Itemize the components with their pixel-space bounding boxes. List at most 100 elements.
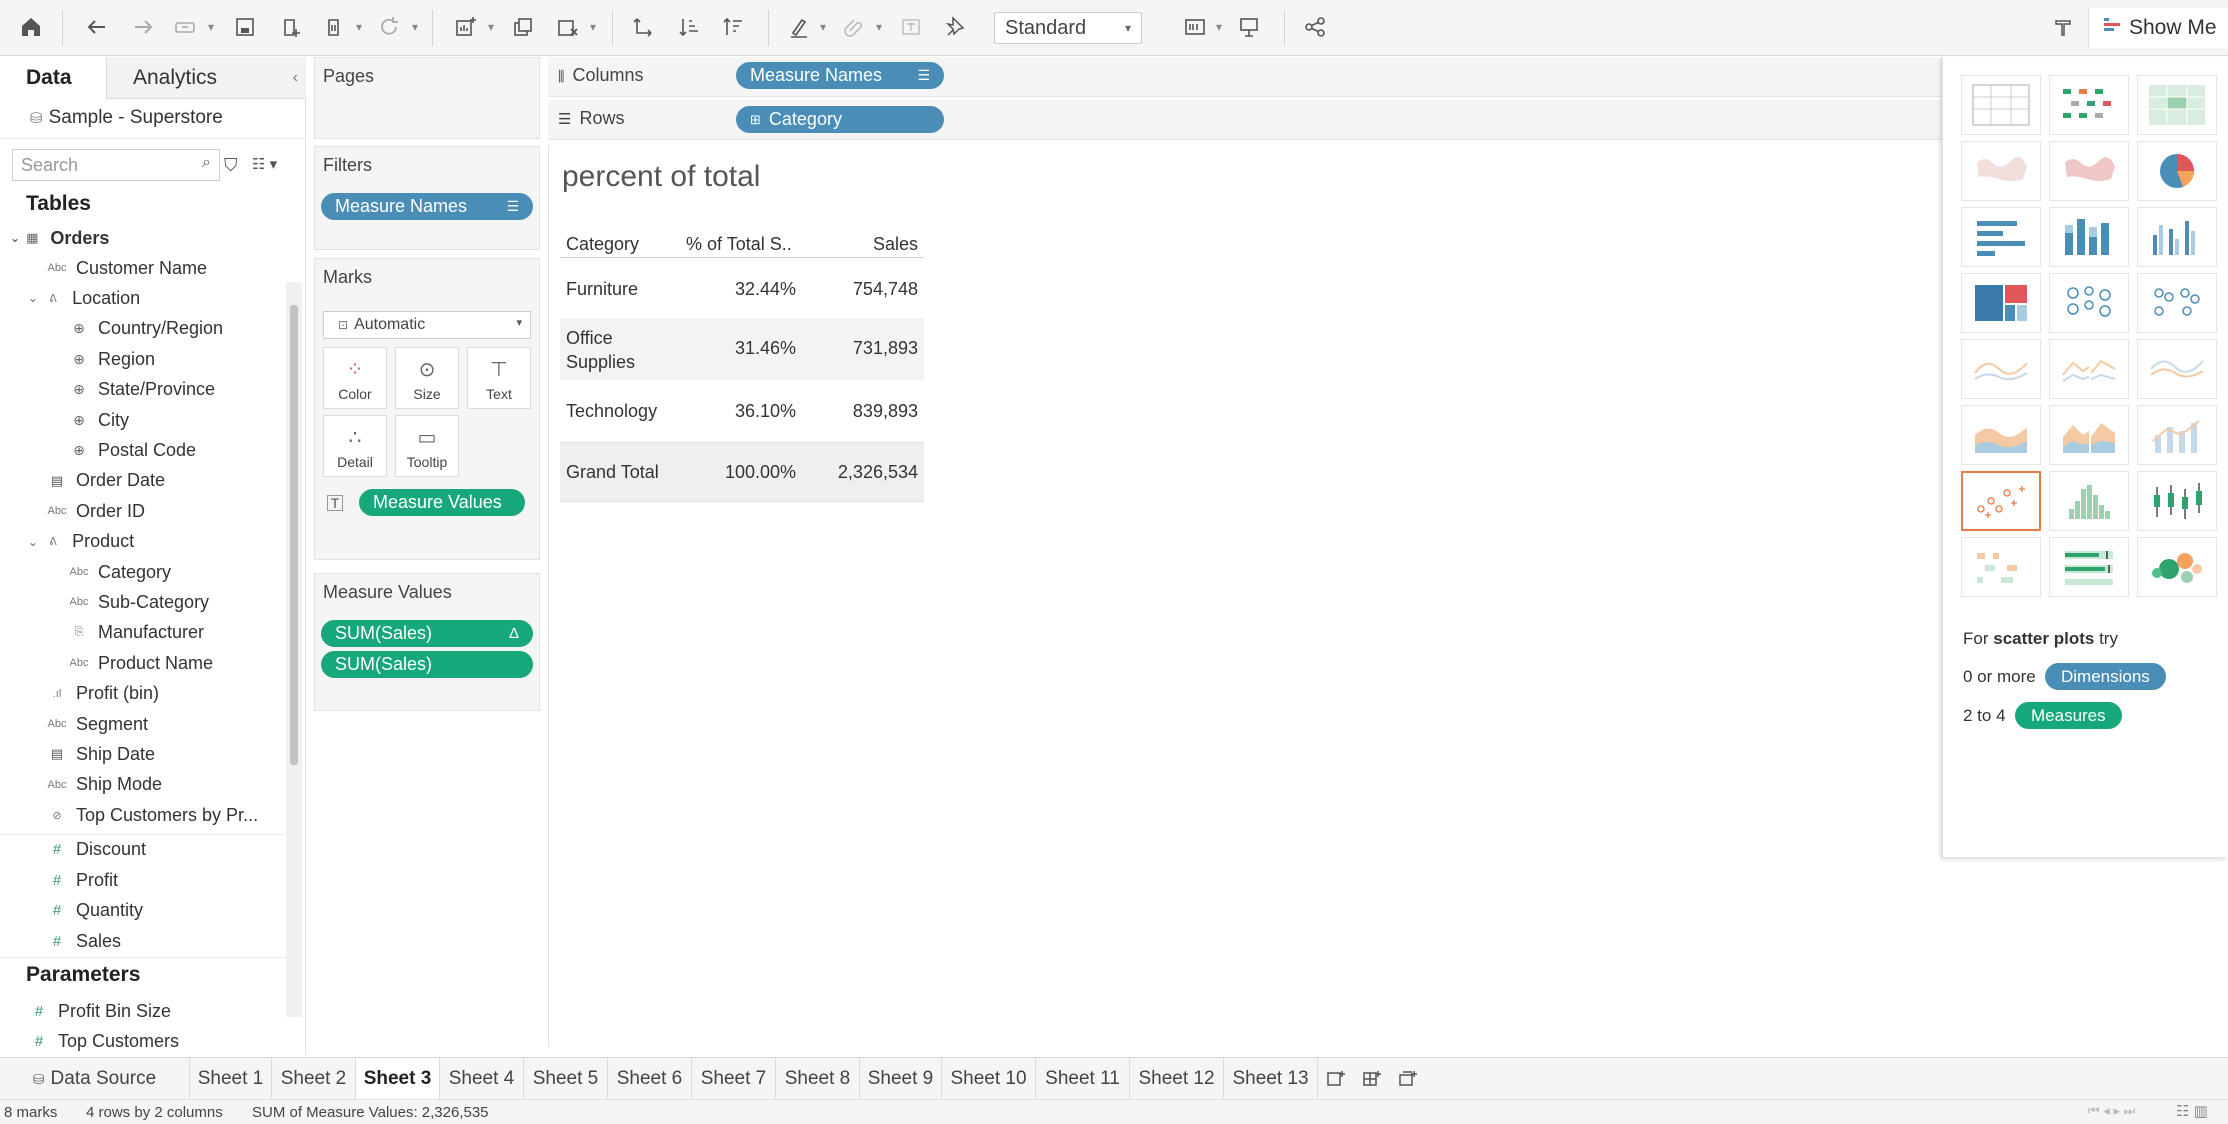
home-icon[interactable] — [14, 10, 48, 44]
show-me-button[interactable]: Show Me — [2088, 8, 2228, 48]
sort-descending-icon[interactable] — [716, 10, 750, 44]
search-input[interactable]: Search ⌕ — [12, 149, 220, 181]
treemap-chart-icon[interactable] — [1961, 273, 2041, 333]
measure-pill[interactable]: SUM(Sales) Δ — [321, 620, 533, 647]
bullet-graph-chart-icon[interactable] — [2049, 537, 2129, 597]
share-icon[interactable] — [1298, 10, 1332, 44]
tab-sheet-5[interactable]: Sheet 5 — [524, 1058, 608, 1100]
area-continuous-chart-icon[interactable] — [1961, 405, 2041, 465]
text-table-chart-icon[interactable] — [1961, 75, 2041, 135]
rows-pill[interactable]: ⊞ Category — [736, 106, 944, 133]
gantt-chart-icon[interactable] — [1961, 537, 2041, 597]
pages-card[interactable]: Pages — [314, 57, 540, 139]
field-item[interactable]: ⎘ Manufacturer — [68, 619, 204, 647]
duplicate-icon[interactable] — [506, 10, 540, 44]
table-row[interactable]: Technology 36.10% 839,893 — [560, 380, 924, 442]
horizontal-bars-chart-icon[interactable] — [1961, 207, 2041, 267]
filter-pill[interactable]: Measure Names ☰ — [321, 193, 533, 220]
view-options-icon[interactable]: ☷ ▾ — [252, 155, 277, 173]
scrollbar-thumb[interactable] — [290, 305, 298, 765]
refresh-icon[interactable] — [372, 10, 406, 44]
histogram-chart-icon[interactable] — [2049, 471, 2129, 531]
marks-pill[interactable]: Measure Values — [359, 489, 525, 516]
filled-map-chart-icon[interactable] — [2049, 141, 2129, 201]
tab-data[interactable]: Data — [0, 57, 106, 99]
parameter-item[interactable]: # Profit Bin Size — [28, 997, 171, 1025]
tab-sheet-2[interactable]: Sheet 2 — [272, 1058, 356, 1100]
group-icon[interactable] — [836, 10, 870, 44]
box-plot-chart-icon[interactable] — [2137, 471, 2217, 531]
new-datasource-icon[interactable] — [274, 10, 308, 44]
field-item[interactable]: # Sales — [46, 927, 121, 955]
field-item[interactable]: ⊕ State/Province — [68, 376, 215, 404]
pin-icon[interactable] — [938, 10, 972, 44]
sort-ascending-icon[interactable] — [672, 10, 706, 44]
tooltip-button[interactable]: ▭ Tooltip — [395, 415, 459, 477]
header-sales[interactable]: Sales — [873, 234, 918, 255]
tab-sheet-7[interactable]: Sheet 7 — [692, 1058, 776, 1100]
field-item[interactable]: Abc Customer Name — [46, 254, 208, 282]
table-orders[interactable]: ⌄ ▦ Orders — [10, 224, 109, 252]
field-item[interactable]: Abc Order ID — [46, 497, 146, 525]
field-item[interactable]: ⊕ Region — [68, 345, 155, 373]
field-item[interactable]: .ıl Profit (bin) — [46, 680, 159, 708]
header-category[interactable]: Category — [566, 234, 639, 255]
mark-type-dropdown[interactable]: ⊡ Automatic ▾ — [323, 311, 531, 339]
tab-data-source[interactable]: ⛁ Data Source — [0, 1058, 190, 1100]
new-worksheet-icon[interactable] — [448, 10, 482, 44]
tab-sheet-4[interactable]: Sheet 4 — [440, 1058, 524, 1100]
field-item[interactable]: ▤ Ship Date — [46, 740, 155, 768]
pie-chart-icon[interactable] — [2137, 141, 2217, 201]
field-item[interactable]: ⊘ Top Customers by Pr... — [46, 801, 258, 829]
size-button[interactable]: ⊙ Size — [395, 347, 459, 409]
dual-lines-chart-icon[interactable] — [2137, 339, 2217, 399]
color-button[interactable]: ⁘ Color — [323, 347, 387, 409]
sheet-sorter-icon[interactable]: ☷ ▥ — [2176, 1102, 2208, 1120]
dual-combination-chart-icon[interactable] — [2137, 405, 2217, 465]
show-cards-icon[interactable] — [1178, 10, 1212, 44]
packed-bubbles-chart-icon[interactable] — [2137, 537, 2217, 597]
side-by-side-circles-chart-icon[interactable] — [2137, 273, 2217, 333]
field-item[interactable]: ⊕ City — [68, 406, 129, 434]
field-item[interactable]: Abc Segment — [46, 710, 149, 738]
measure-pill[interactable]: SUM(Sales) — [321, 651, 533, 678]
header-pct[interactable]: % of Total S.. — [686, 234, 792, 255]
tab-sheet-3[interactable]: Sheet 3 — [356, 1058, 440, 1100]
field-item[interactable]: Abc Product Name — [68, 649, 214, 677]
tab-sheet-9[interactable]: Sheet 9 — [860, 1058, 942, 1100]
field-item[interactable]: ⊕ Postal Code — [68, 436, 196, 464]
parameter-item[interactable]: # Top Customers — [28, 1027, 179, 1055]
new-worksheet-icon[interactable] — [1318, 1058, 1354, 1100]
presentation-icon[interactable] — [1232, 10, 1266, 44]
field-item[interactable]: ⌄ ᕕ Product — [28, 528, 134, 556]
grand-total-row[interactable]: Grand Total 100.00% 2,326,534 — [560, 442, 924, 502]
replay-icon[interactable] — [168, 10, 202, 44]
datasource-item[interactable]: ⛁ Sample - Superstore — [0, 99, 306, 139]
field-item[interactable]: Abc Ship Mode — [46, 771, 163, 799]
area-discrete-chart-icon[interactable] — [2049, 405, 2129, 465]
circle-views-chart-icon[interactable] — [2049, 273, 2129, 333]
expand-icon[interactable]: ⌄ — [28, 291, 38, 305]
sheet-navigation-icons[interactable]: ⏮ ◂ ▸ ⏭ — [2088, 1103, 2135, 1119]
labels-icon[interactable] — [894, 10, 928, 44]
tab-sheet-10[interactable]: Sheet 10 — [942, 1058, 1036, 1100]
fit-dropdown[interactable]: Standard ▾ — [994, 12, 1142, 44]
tab-analytics[interactable]: Analytics ‹ — [106, 57, 306, 99]
tooltip-pin-icon[interactable] — [2046, 10, 2080, 44]
heat-map-chart-icon[interactable] — [2049, 75, 2129, 135]
filters-card[interactable]: Filters Measure Names ☰ — [314, 146, 540, 250]
discrete-lines-chart-icon[interactable] — [2049, 339, 2129, 399]
text-button[interactable]: ⊤ Text — [467, 347, 531, 409]
field-item[interactable]: ▤ Order Date — [46, 467, 165, 495]
table-row[interactable]: Furniture 32.44% 754,748 — [560, 260, 924, 318]
tab-sheet-8[interactable]: Sheet 8 — [776, 1058, 860, 1100]
filter-icon[interactable]: ⛉ — [224, 155, 238, 176]
tab-sheet-13[interactable]: Sheet 13 — [1224, 1058, 1318, 1100]
side-by-side-bars-chart-icon[interactable] — [2137, 207, 2217, 267]
columns-pill[interactable]: Measure Names ☰ — [736, 62, 944, 89]
new-dashboard-icon[interactable] — [1354, 1058, 1390, 1100]
tab-sheet-11[interactable]: Sheet 11 — [1036, 1058, 1130, 1100]
field-item[interactable]: Abc Sub-Category — [68, 588, 210, 616]
collapse-icon[interactable]: ‹ — [293, 69, 298, 87]
symbol-map-chart-icon[interactable] — [1961, 141, 2041, 201]
